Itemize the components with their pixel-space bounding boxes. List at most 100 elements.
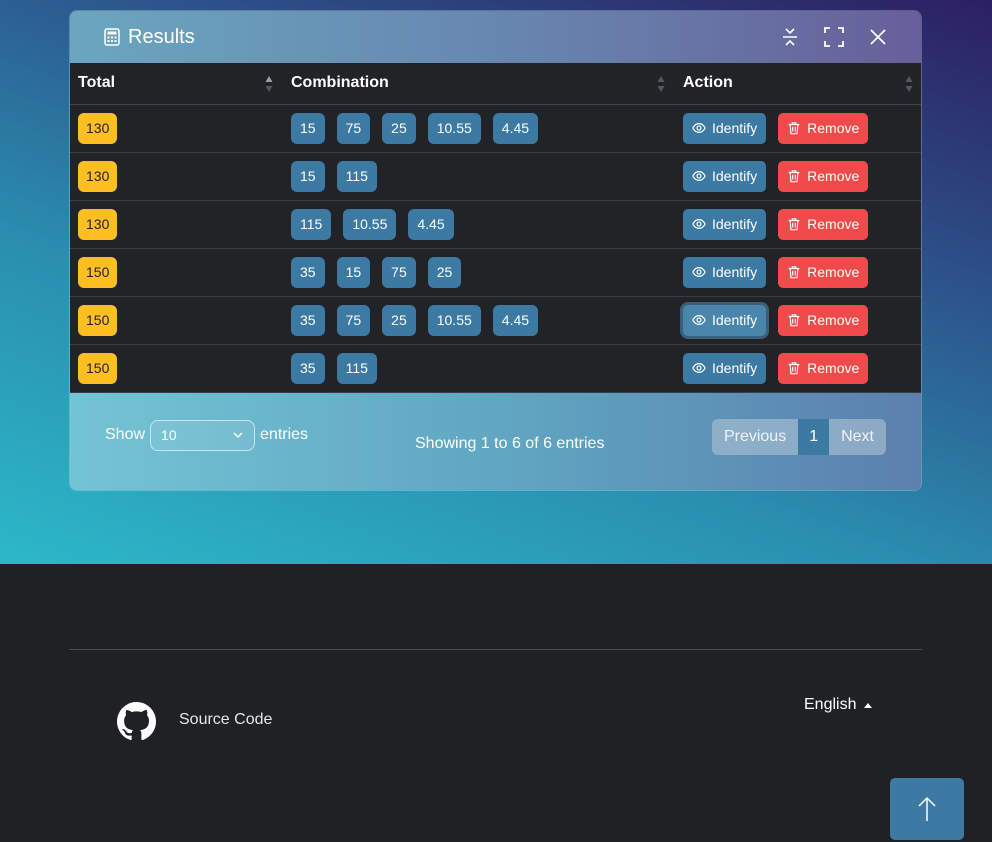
combination-value: 15 <box>291 112 325 144</box>
identify-label: Identify <box>712 312 758 328</box>
collapse-icon <box>782 28 797 46</box>
panel-header: Results <box>70 11 921 63</box>
page-1-button[interactable]: 1 <box>798 418 830 455</box>
pagination: Previous 1 Next <box>711 418 886 455</box>
trash-icon <box>788 218 800 231</box>
total-badge: 130 <box>78 112 118 144</box>
panel-title: Results <box>104 26 195 49</box>
total-cell: 150 <box>70 248 283 297</box>
eye-icon <box>692 315 706 325</box>
next-button[interactable]: Next <box>829 418 886 455</box>
language-dropdown[interactable]: English <box>804 696 873 714</box>
column-header-action-label: Action <box>683 74 733 92</box>
combination-cell: 35 15 75 25 <box>283 248 675 297</box>
column-header-combination-label: Combination <box>291 74 389 92</box>
results-table: Total Combination Action 130 15 75 25 10.55 4… <box>70 63 921 393</box>
combination-cell: 35 75 25 10.55 4.45 <box>283 296 675 345</box>
combination-value: 35 <box>291 256 325 288</box>
eye-icon <box>692 363 706 373</box>
github-icon[interactable] <box>117 702 156 741</box>
total-badge: 150 <box>78 256 118 288</box>
combination-value: 75 <box>336 112 371 144</box>
identify-button[interactable]: Identify <box>683 112 767 144</box>
identify-button[interactable]: Identify <box>683 256 767 288</box>
combination-value: 115 <box>336 160 377 192</box>
identify-label: Identify <box>712 264 758 280</box>
fullscreen-button[interactable] <box>822 26 845 49</box>
combination-value: 10.55 <box>427 112 481 144</box>
remove-button[interactable]: Remove <box>778 160 869 192</box>
collapse-button[interactable] <box>778 26 801 49</box>
calculator-icon <box>104 28 120 46</box>
eye-icon <box>692 219 706 229</box>
action-cell: Identify Remove <box>675 200 921 249</box>
combination-value: 115 <box>291 208 332 240</box>
table-row: 130 15 115 Identify Remove <box>70 152 921 201</box>
table-info: Showing 1 to 6 of 6 entries <box>415 434 605 452</box>
remove-label: Remove <box>807 360 860 376</box>
chevron-down-icon <box>233 432 243 439</box>
combination-value: 35 <box>291 304 325 336</box>
identify-button[interactable]: Identify <box>683 304 767 336</box>
show-label: Show <box>105 426 146 443</box>
remove-button[interactable]: Remove <box>778 208 869 240</box>
combination-cell: 15 115 <box>283 152 675 201</box>
column-header-total[interactable]: Total <box>70 63 283 105</box>
action-cell: Identify Remove <box>675 344 921 393</box>
back-to-top-button[interactable] <box>890 778 964 840</box>
table-footer: Show 10 entries Showing 1 to 6 of 6 entr… <box>70 392 921 490</box>
source-code-link[interactable]: Source Code <box>179 711 272 729</box>
remove-label: Remove <box>807 120 860 136</box>
page-size-control: Show 10 entries <box>105 419 308 451</box>
combination-value: 35 <box>291 352 325 384</box>
remove-label: Remove <box>807 216 860 232</box>
eye-icon <box>692 267 706 277</box>
combination-value: 25 <box>427 256 462 288</box>
sort-icon <box>657 76 665 92</box>
identify-button[interactable]: Identify <box>683 160 767 192</box>
total-cell: 150 <box>70 296 283 345</box>
sort-icon <box>265 76 273 92</box>
action-cell: Identify Remove <box>675 152 921 201</box>
combination-cell: 115 10.55 4.45 <box>283 200 675 249</box>
column-header-combination[interactable]: Combination <box>283 63 675 105</box>
trash-icon <box>788 170 800 183</box>
page-size-select[interactable]: 10 <box>150 419 256 451</box>
close-button[interactable] <box>866 26 889 49</box>
remove-button[interactable]: Remove <box>778 112 869 144</box>
results-panel: Results Total Combination Action 130 15 … <box>69 10 922 491</box>
close-icon <box>869 29 886 45</box>
action-cell: Identify Remove <box>675 248 921 297</box>
table-row: 150 35 75 25 10.55 4.45 Identify Remove <box>70 296 921 345</box>
remove-button[interactable]: Remove <box>778 256 869 288</box>
previous-button[interactable]: Previous <box>711 418 799 455</box>
fullscreen-icon <box>823 27 844 47</box>
identify-label: Identify <box>712 360 758 376</box>
remove-label: Remove <box>807 264 860 280</box>
total-cell: 130 <box>70 200 283 249</box>
identify-button[interactable]: Identify <box>683 208 767 240</box>
total-badge: 130 <box>78 160 118 192</box>
footer-divider <box>69 649 922 650</box>
combination-value: 4.45 <box>492 112 539 144</box>
table-row: 130 115 10.55 4.45 Identify Remove <box>70 200 921 249</box>
total-cell: 130 <box>70 104 283 153</box>
trash-icon <box>788 314 800 327</box>
identify-label: Identify <box>712 120 758 136</box>
table-row: 130 15 75 25 10.55 4.45 Identify Remove <box>70 104 921 153</box>
trash-icon <box>788 362 800 375</box>
action-cell: Identify Remove <box>675 104 921 153</box>
identify-label: Identify <box>712 216 758 232</box>
remove-button[interactable]: Remove <box>778 304 869 336</box>
identify-button[interactable]: Identify <box>683 352 767 384</box>
remove-button[interactable]: Remove <box>778 352 869 384</box>
combination-value: 75 <box>336 304 371 336</box>
combination-value: 15 <box>291 160 325 192</box>
combination-value: 4.45 <box>492 304 539 336</box>
column-header-action[interactable]: Action <box>675 63 921 105</box>
eye-icon <box>692 123 706 133</box>
panel-title-text: Results <box>128 25 195 48</box>
total-badge: 150 <box>78 304 118 336</box>
combination-value: 4.45 <box>408 208 454 240</box>
combination-cell: 15 75 25 10.55 4.45 <box>283 104 675 153</box>
